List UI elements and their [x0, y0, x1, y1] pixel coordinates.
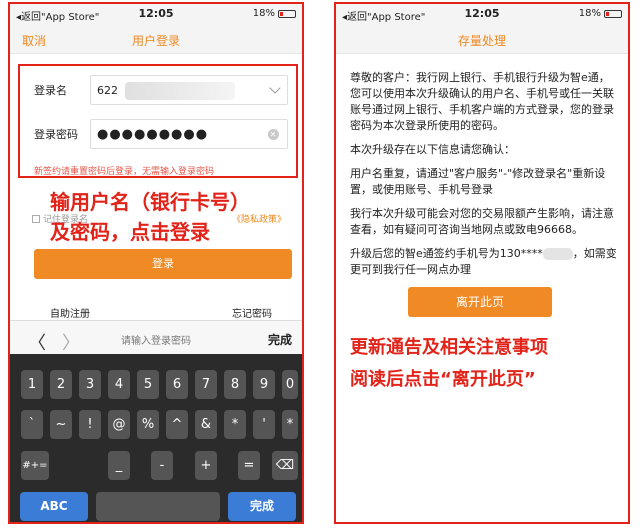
redacted-blur — [125, 82, 235, 100]
space-key[interactable] — [96, 492, 220, 521]
key[interactable]: ' — [253, 410, 275, 439]
key[interactable]: * — [282, 410, 298, 439]
key[interactable]: 9 — [253, 370, 275, 399]
password-input[interactable]: ●●●●●●●●● ✕ — [90, 119, 288, 149]
clear-icon[interactable]: ✕ — [268, 129, 279, 140]
notice-phone: 升级后您的智e通签约手机号为130**** ，如需变更可到我行任一网点办理 — [350, 247, 617, 276]
key[interactable]: 8 — [224, 370, 246, 399]
remember-checkbox[interactable] — [32, 214, 40, 223]
battery-icon — [278, 9, 296, 18]
battery-percent: 18% — [252, 8, 275, 19]
password-label: 登录密码 — [34, 128, 78, 141]
notice-annotation: 更新通告及相关注意事项 阅读后点击“离开此页” — [350, 337, 548, 390]
key[interactable]: * — [224, 410, 246, 439]
key[interactable]: 2 — [50, 370, 72, 399]
keyboard-toolbar: 〈 〉 请输入登录密码 完成 — [10, 320, 302, 354]
reset-password-warning: 新签约请重置密码后登录，无需输入登录密码 — [34, 167, 215, 177]
upgrade-notice: 尊敬的客户：我行网上银行、手机银行升级为智e通，您可以使用本次升级确认的用户名、… — [350, 70, 620, 286]
key[interactable]: 3 — [79, 370, 101, 399]
key[interactable]: 5 — [137, 370, 159, 399]
status-bar: ◂返回"App Store" 12:05 18% — [10, 4, 302, 24]
key[interactable]: ^ — [166, 410, 188, 439]
login-screen: ◂返回"App Store" 12:05 18% 取消 用户登录 登录名 622… — [8, 2, 304, 524]
key[interactable]: _ — [108, 451, 130, 480]
key[interactable]: ` — [21, 410, 43, 439]
key[interactable]: = — [238, 451, 260, 480]
status-bar: ◂返回"App Store" 12:05 18% — [336, 4, 628, 24]
page-title: 用户登录 — [131, 34, 180, 48]
login-button[interactable]: 登录 — [34, 249, 292, 279]
nav-bar: 取消 用户登录 — [10, 24, 302, 54]
key[interactable]: ! — [79, 410, 101, 439]
keyboard-done-button[interactable]: 完成 — [268, 331, 292, 348]
delete-icon[interactable]: ⌫ — [272, 451, 298, 480]
username-label: 登录名 — [34, 84, 67, 97]
chevron-down-icon[interactable] — [269, 82, 281, 94]
keyboard-submit-key[interactable]: 完成 — [228, 492, 296, 521]
keyboard-placeholder: 请输入登录密码 — [121, 336, 191, 347]
notice-greeting: 尊敬的客户：我行网上银行、手机银行升级为智e通，您可以使用本次升级确认的用户名、… — [350, 71, 614, 132]
key[interactable]: - — [151, 451, 173, 480]
key[interactable]: % — [137, 410, 159, 439]
login-annotation: 输用户名（银行卡号） 及密码，点击登录 — [50, 190, 250, 244]
nav-bar: 存量处理 — [336, 24, 628, 54]
self-register-link[interactable]: 自助注册 — [50, 305, 90, 320]
battery-icon — [604, 9, 622, 18]
login-form-highlight: 登录名 622 登录密码 ●●●●●●●●● ✕ — [18, 64, 298, 178]
battery-percent: 18% — [578, 8, 601, 19]
key[interactable]: 6 — [166, 370, 188, 399]
notice-limit-change: 我行本次升级可能会对您的交易限额产生影响，请注意查看，如有疑问可咨询当地网点或致… — [350, 207, 614, 236]
key[interactable]: ~ — [50, 410, 72, 439]
abc-key[interactable]: ABC — [20, 492, 88, 521]
redacted-blur — [542, 248, 573, 260]
forgot-password-link[interactable]: 忘记密码 — [232, 305, 272, 320]
symbols-key[interactable]: #+= — [21, 451, 49, 480]
notice-issues-intro: 本次升级存在以下信息请您确认： — [350, 143, 515, 156]
key[interactable]: + — [195, 451, 217, 480]
key[interactable]: 4 — [108, 370, 130, 399]
page-title: 存量处理 — [457, 34, 506, 48]
username-input[interactable]: 622 — [90, 75, 288, 105]
key[interactable]: & — [195, 410, 217, 439]
notice-duplicate-username: 用户名重复，请通过"客户服务"-"修改登录名"重新设置，或使用账号、手机号登录 — [350, 167, 606, 196]
key[interactable]: 7 — [195, 370, 217, 399]
key[interactable]: 1 — [21, 370, 43, 399]
leave-page-button[interactable]: 离开此页 — [408, 287, 552, 317]
key[interactable]: @ — [108, 410, 130, 439]
keyboard: 1 2 3 4 5 6 7 8 9 0 ` ~ ! @ % ^ & * ' * … — [10, 354, 302, 522]
key[interactable]: 0 — [282, 370, 298, 399]
notice-screen: ◂返回"App Store" 12:05 18% 存量处理 尊敬的客户：我行网上… — [334, 2, 630, 524]
